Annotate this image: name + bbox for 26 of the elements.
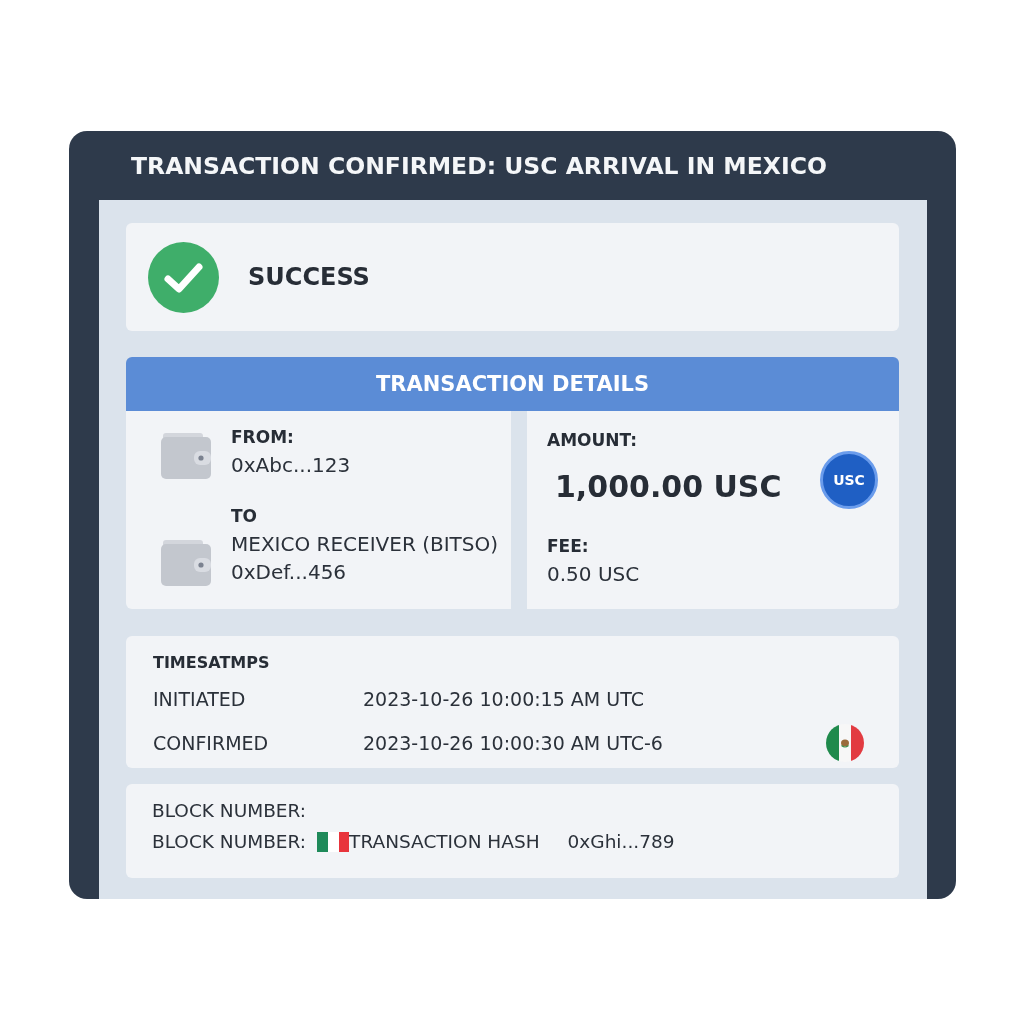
- timestamp-value: 2023-10-26 10:00:15 AM UTC: [363, 688, 644, 710]
- hash-value: 0xGhi...789: [567, 830, 675, 854]
- success-check-icon: [148, 241, 219, 313]
- party-label: TO: [231, 505, 258, 528]
- flag-icon: [317, 832, 350, 852]
- timestamp-label: INITIATED: [153, 688, 246, 710]
- timestamp-label: CONFIRMED: [153, 732, 269, 754]
- wallet-icon: [161, 540, 211, 586]
- block-heading: BLOCK NUMBER:: [152, 799, 307, 823]
- wallet-address: 0xDef...456: [231, 559, 347, 586]
- fee-label: FEE:: [547, 535, 589, 558]
- wallet-address: 0xAbc...123: [231, 452, 351, 479]
- fee-value: 0.50 USC: [547, 561, 640, 588]
- token-badge: USC: [820, 451, 878, 509]
- amount-label: AMOUNT:: [547, 429, 638, 452]
- party-label: FROM:: [231, 426, 294, 449]
- details-header: TRANSACTION DETAILS: [126, 357, 899, 411]
- timestamp-value: 2023-10-26 10:00:30 AM UTC-6: [363, 732, 663, 754]
- amount-value: 1,000.00 USC: [555, 468, 782, 506]
- status-text: SUCCESS: [248, 263, 370, 291]
- party-name: MEXICO RECEIVER (BITSO): [231, 531, 499, 558]
- timestamps-title: TIMESATMPS: [153, 652, 270, 674]
- hash-label: TRANSACTION HASH: [349, 830, 540, 854]
- window-title: TRANSACTION CONFIRMED: USC ARRIVAL IN MEXICO: [131, 151, 827, 180]
- wallet-icon: [161, 433, 211, 479]
- block-label: BLOCK NUMBER:: [152, 830, 307, 854]
